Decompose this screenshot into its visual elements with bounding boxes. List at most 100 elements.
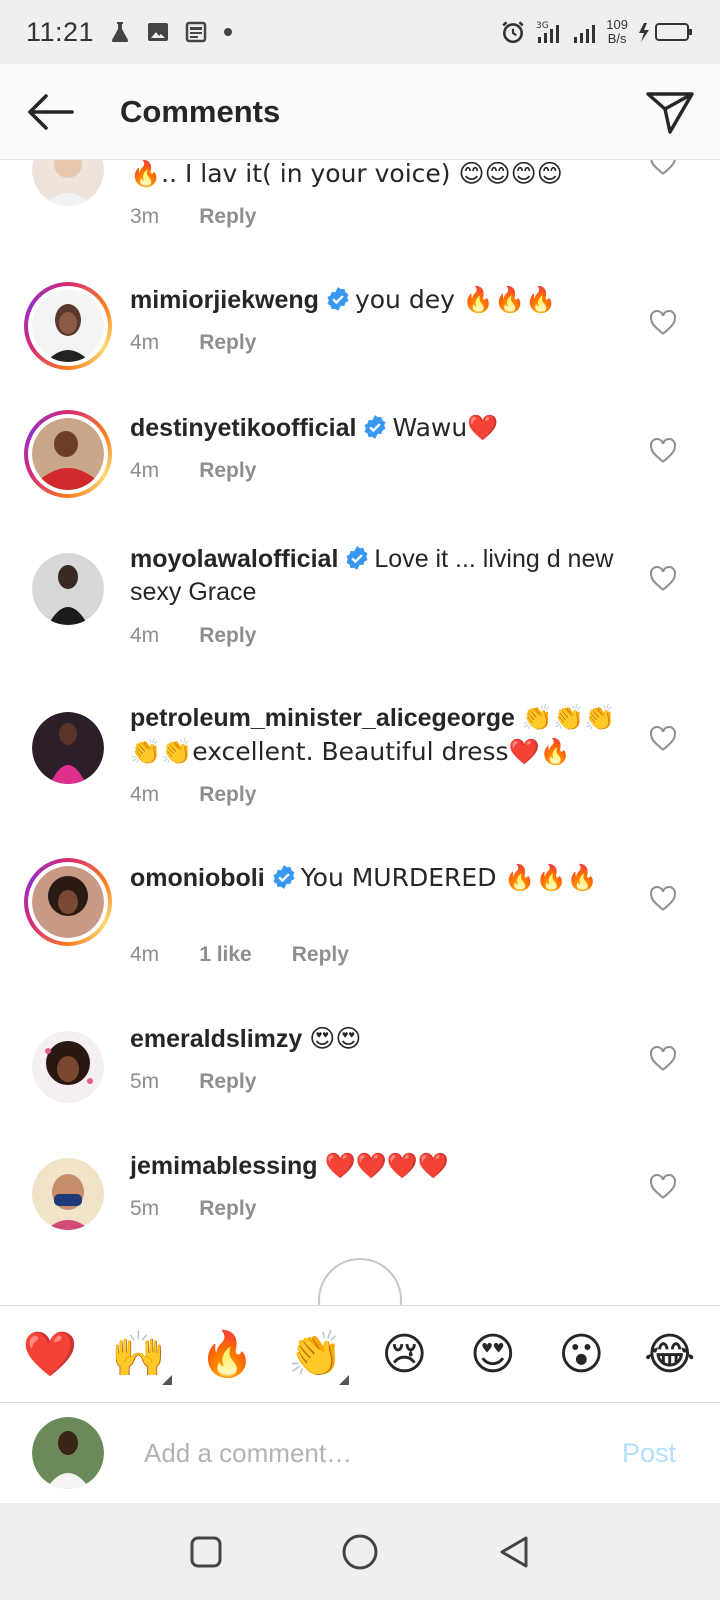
avatar-image bbox=[32, 712, 104, 784]
comment-username[interactable]: mimiorjiekweng bbox=[130, 286, 319, 314]
avatar[interactable] bbox=[24, 704, 112, 792]
comment-username[interactable]: petroleum_minister_alicegeorge bbox=[130, 704, 515, 732]
avatar[interactable] bbox=[24, 1023, 112, 1111]
own-avatar bbox=[32, 1417, 104, 1489]
heart-icon[interactable] bbox=[648, 884, 678, 914]
status-time: 11:21 bbox=[26, 16, 95, 47]
comment-time: 5m bbox=[130, 1070, 160, 1093]
heart-icon[interactable] bbox=[648, 564, 678, 594]
verified-badge-icon bbox=[273, 865, 295, 889]
comment-username[interactable]: moyolawalofficial bbox=[130, 545, 338, 573]
comments-list[interactable]: 🔥.. I lav it( in your voice) 😊😊😊😊 3m Rep… bbox=[0, 0, 720, 1305]
verified-badge-icon bbox=[364, 415, 386, 439]
emoji-laughing-button[interactable]: 😂 bbox=[635, 1319, 705, 1389]
comment-text: mimiorjiekweng you dey 🔥🔥🔥 bbox=[130, 285, 557, 314]
comment-time: 5m bbox=[130, 1197, 160, 1220]
emoji-heart-eyes-button[interactable]: 😍 bbox=[458, 1319, 528, 1389]
emoji-raising-hands-button[interactable]: 🙌 bbox=[104, 1319, 174, 1389]
flask-icon bbox=[111, 22, 129, 42]
comment-username[interactable]: omonioboli bbox=[130, 864, 265, 892]
emoji-heart-button[interactable]: ❤️ bbox=[15, 1319, 85, 1389]
recents-icon[interactable] bbox=[188, 1534, 224, 1570]
comment-text: omonioboli You MURDERED 🔥🔥🔥 bbox=[130, 863, 598, 892]
avatar[interactable] bbox=[24, 1150, 112, 1238]
avatar-image bbox=[32, 418, 104, 490]
status-bar: 11:21 3G 109 B/s bbox=[0, 0, 720, 64]
avatar[interactable] bbox=[24, 410, 112, 498]
back-button[interactable] bbox=[0, 64, 100, 160]
reply-button[interactable]: Reply bbox=[292, 943, 349, 967]
comment-username[interactable]: emeraldslimzy bbox=[130, 1025, 302, 1053]
comment-text: jemimablessing ❤️❤️❤️❤️ bbox=[130, 1151, 450, 1180]
heart-icon[interactable] bbox=[648, 1172, 678, 1202]
likes-count[interactable]: 1 like bbox=[199, 943, 252, 967]
comment-text: destinyetikoofficial Wawu❤️ bbox=[130, 413, 499, 442]
comment-time: 4m bbox=[130, 459, 160, 482]
reply-button[interactable]: Reply bbox=[199, 205, 256, 229]
avatar-image bbox=[32, 290, 104, 362]
comment-meta: 4m Reply bbox=[130, 783, 256, 807]
comment-meta: 5m Reply bbox=[130, 1070, 256, 1094]
reply-button[interactable]: Reply bbox=[199, 783, 256, 807]
comment-meta: 5m Reply bbox=[130, 1197, 256, 1221]
comment-meta: 4m 1 like Reply bbox=[130, 943, 349, 967]
avatar[interactable] bbox=[24, 545, 112, 633]
skin-tone-indicator-icon bbox=[161, 1375, 172, 1385]
avatar[interactable] bbox=[24, 282, 112, 370]
comment-time: 4m bbox=[130, 331, 160, 354]
comment-meta: 4m Reply bbox=[130, 624, 256, 648]
heart-icon[interactable] bbox=[648, 724, 678, 754]
skin-tone-indicator-icon bbox=[338, 1375, 349, 1385]
comment-composer: Post bbox=[0, 1403, 720, 1503]
heart-icon[interactable] bbox=[648, 1044, 678, 1074]
reply-button[interactable]: Reply bbox=[199, 1197, 256, 1221]
comment-meta: 4m Reply bbox=[130, 459, 256, 483]
avatar-image bbox=[32, 1031, 104, 1103]
emoji-reaction-bar: ❤️ 🙌 🔥 👏 😢 😍 😮 😂 bbox=[0, 1305, 720, 1403]
send-icon bbox=[646, 91, 694, 134]
header: Comments bbox=[0, 64, 720, 160]
share-button[interactable] bbox=[620, 64, 720, 160]
comment-text: emeraldslimzy 😍😍 bbox=[130, 1024, 362, 1053]
notification-dot-icon bbox=[224, 28, 233, 36]
reply-button[interactable]: Reply bbox=[199, 624, 256, 648]
comment-username[interactable]: destinyetikoofficial bbox=[130, 414, 356, 442]
avatar-image bbox=[32, 1158, 104, 1230]
avatar-image bbox=[32, 866, 104, 938]
alarm-icon bbox=[502, 21, 524, 44]
comment-meta: 4m Reply bbox=[130, 331, 256, 355]
image-icon bbox=[148, 23, 169, 41]
comment-text: 🔥.. I lav it( in your voice) 😊😊😊😊 bbox=[130, 159, 563, 188]
emoji-clap-button[interactable]: 👏 bbox=[281, 1319, 351, 1389]
network-speed: 109 B/s bbox=[606, 17, 628, 46]
heart-icon[interactable] bbox=[648, 436, 678, 466]
verified-badge-icon bbox=[346, 546, 368, 570]
comment-meta: 3m Reply bbox=[130, 205, 256, 229]
emoji-fire-button[interactable]: 🔥 bbox=[192, 1319, 262, 1389]
signal-icon bbox=[574, 25, 596, 43]
reply-button[interactable]: Reply bbox=[199, 331, 256, 355]
home-icon[interactable] bbox=[340, 1532, 380, 1572]
comment-time: 4m bbox=[130, 943, 160, 966]
heart-icon[interactable] bbox=[648, 308, 678, 338]
post-button[interactable]: Post bbox=[622, 1438, 676, 1469]
comment-text: moyolawalofficial Love it ... living d ne… bbox=[130, 545, 614, 606]
system-nav-bar bbox=[0, 1503, 720, 1600]
reply-button[interactable]: Reply bbox=[199, 459, 256, 483]
verified-badge-icon bbox=[327, 287, 349, 311]
page-title: Comments bbox=[120, 93, 281, 129]
comment-username[interactable]: jemimablessing bbox=[130, 1152, 318, 1180]
comment-text: petroleum_minister_alicegeorge 👏👏👏👏👏exce… bbox=[130, 703, 616, 766]
reply-button[interactable]: Reply bbox=[199, 1070, 256, 1094]
battery-charging-icon bbox=[639, 23, 692, 42]
comment-time: 3m bbox=[130, 205, 160, 228]
avatar[interactable] bbox=[24, 858, 112, 946]
avatar-image bbox=[32, 553, 104, 625]
emoji-crying-button[interactable]: 😢 bbox=[369, 1319, 439, 1389]
emoji-surprised-button[interactable]: 😮 bbox=[546, 1319, 616, 1389]
load-more-spinner[interactable] bbox=[318, 1258, 402, 1305]
comment-input[interactable] bbox=[144, 1437, 584, 1469]
svg-text:3G: 3G bbox=[536, 21, 549, 31]
back-nav-icon[interactable] bbox=[496, 1534, 532, 1570]
news-icon bbox=[185, 21, 207, 43]
